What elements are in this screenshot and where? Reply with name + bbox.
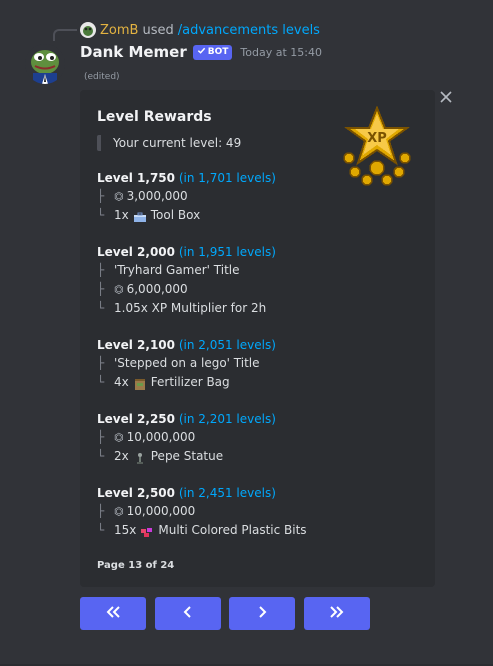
- prev-page-button[interactable]: [155, 597, 221, 630]
- level-number: Level 1,750: [97, 171, 175, 185]
- tree-branch: └: [97, 449, 105, 463]
- verified-check-icon: [197, 46, 206, 58]
- prev-page-icon: [182, 604, 194, 624]
- reward-line: ├ ⏣ 3,000,000: [97, 187, 418, 206]
- reply-used-text: used: [142, 22, 174, 38]
- tree-branch: └: [97, 523, 105, 537]
- reward-text: 1.05x XP Multiplier for 2h: [114, 301, 267, 315]
- tree-branch: └: [97, 375, 105, 389]
- next-page-icon: [256, 604, 268, 624]
- reward-quantity: 1x: [114, 208, 129, 222]
- reward-line: └ 2x Pepe Statue: [97, 447, 418, 466]
- reply-connector: [53, 29, 77, 41]
- level-number: Level 2,500: [97, 486, 175, 500]
- edited-label: (edited): [84, 72, 120, 82]
- plastic-bits-icon: [140, 525, 154, 537]
- tree-branch: ├: [97, 189, 105, 203]
- level-heading: Level 2,100 (in 2,051 levels): [97, 336, 418, 354]
- bot-badge: BOT: [192, 44, 233, 60]
- levels-remaining: (in 1,701 levels): [175, 171, 276, 185]
- tree-branch: ├: [97, 282, 105, 296]
- coin-icon: ⏣: [114, 283, 124, 296]
- reward-line: └ 1x Tool Box: [97, 206, 418, 225]
- reward-line: └ 15x Multi Colored Plastic Bits: [97, 521, 418, 540]
- avatar[interactable]: [25, 44, 65, 84]
- level-list: Level 1,750 (in 1,701 levels) ├ ⏣ 3,000,000…: [97, 169, 418, 540]
- tree-branch: └: [97, 208, 105, 222]
- reply-avatar: [80, 22, 96, 38]
- level-entry: Level 2,250 (in 2,201 levels) ├ ⏣ 10,000,00…: [97, 410, 418, 466]
- coin-icon: ⏣: [114, 190, 124, 203]
- level-number: Level 2,100: [97, 338, 175, 352]
- reward-text: Multi Colored Plastic Bits: [158, 523, 307, 537]
- reward-line: ├ 'Tryhard Gamer' Title: [97, 261, 418, 280]
- message-header: Dank Memer BOT Today at 15:40: [80, 43, 322, 61]
- reward-line: ├ ⏣ 10,000,000: [97, 502, 418, 521]
- tree-branch: └: [97, 301, 105, 315]
- reward-text: Tool Box: [150, 208, 201, 222]
- reward-text: 10,000,000: [126, 430, 196, 444]
- level-number: Level 2,250: [97, 412, 175, 426]
- pepe-statue-icon: [133, 451, 147, 464]
- embed: XP Level Rewards Your current level: 49 …: [80, 90, 435, 587]
- reply-username[interactable]: ZomB: [100, 23, 138, 38]
- tool-box-icon: [133, 210, 147, 222]
- level-entry: Level 2,000 (in 1,951 levels) ├ 'Tryhard G…: [97, 243, 418, 318]
- level-entry: Level 2,500 (in 2,451 levels) ├ ⏣ 10,000,00…: [97, 484, 418, 540]
- reward-line: └ 1.05x XP Multiplier for 2h: [97, 299, 418, 318]
- first-page-icon: [104, 604, 122, 624]
- reply-command[interactable]: /advancements levels: [178, 23, 320, 38]
- svg-text:XP: XP: [367, 131, 387, 146]
- xp-medal-icon: XP: [337, 105, 417, 188]
- tree-branch: ├: [97, 430, 105, 444]
- reward-text: Fertilizer Bag: [150, 375, 230, 389]
- levels-remaining: (in 1,951 levels): [175, 245, 276, 259]
- reward-quantity: 2x: [114, 449, 129, 463]
- reply-context[interactable]: ZomB used /advancements levels: [80, 21, 320, 39]
- last-page-button[interactable]: [304, 597, 370, 630]
- reward-quantity: 4x: [114, 375, 129, 389]
- levels-remaining: (in 2,451 levels): [175, 486, 276, 500]
- reward-text: Pepe Statue: [150, 449, 224, 463]
- username[interactable]: Dank Memer: [80, 43, 187, 61]
- level-heading: Level 2,500 (in 2,451 levels): [97, 484, 418, 502]
- reward-text: 3,000,000: [126, 189, 188, 203]
- page-indicator: Page 13 of 24: [97, 560, 175, 571]
- level-heading: Level 2,250 (in 2,201 levels): [97, 410, 418, 428]
- timestamp[interactable]: Today at 15:40: [240, 46, 322, 59]
- reward-text: 6,000,000: [126, 282, 188, 296]
- level-number: Level 2,000: [97, 245, 175, 259]
- bot-badge-label: BOT: [207, 47, 229, 57]
- reward-line: ├ 'Stepped on a lego' Title: [97, 354, 418, 373]
- last-page-icon: [328, 604, 346, 624]
- tree-branch: ├: [97, 263, 105, 277]
- level-heading: Level 2,000 (in 1,951 levels): [97, 243, 418, 261]
- reward-text: 'Stepped on a lego' Title: [114, 356, 260, 370]
- reward-line: ├ ⏣ 10,000,000: [97, 428, 418, 447]
- first-page-button[interactable]: [80, 597, 146, 630]
- reward-quantity: 15x: [114, 523, 137, 537]
- reward-line: ├ ⏣ 6,000,000: [97, 280, 418, 299]
- reward-text: 'Tryhard Gamer' Title: [114, 263, 240, 277]
- fertilizer-bag-icon: [133, 377, 147, 390]
- reward-text: 10,000,000: [126, 504, 196, 518]
- coin-icon: ⏣: [114, 505, 124, 518]
- levels-remaining: (in 2,051 levels): [175, 338, 276, 352]
- levels-remaining: (in 2,201 levels): [175, 412, 276, 426]
- reward-line: └ 4x Fertilizer Bag: [97, 373, 418, 392]
- level-entry: Level 2,100 (in 2,051 levels) ├ 'Stepped o…: [97, 336, 418, 392]
- tree-branch: ├: [97, 504, 105, 518]
- coin-icon: ⏣: [114, 431, 124, 444]
- next-page-button[interactable]: [229, 597, 295, 630]
- tree-branch: ├: [97, 356, 105, 370]
- close-icon[interactable]: [438, 89, 454, 105]
